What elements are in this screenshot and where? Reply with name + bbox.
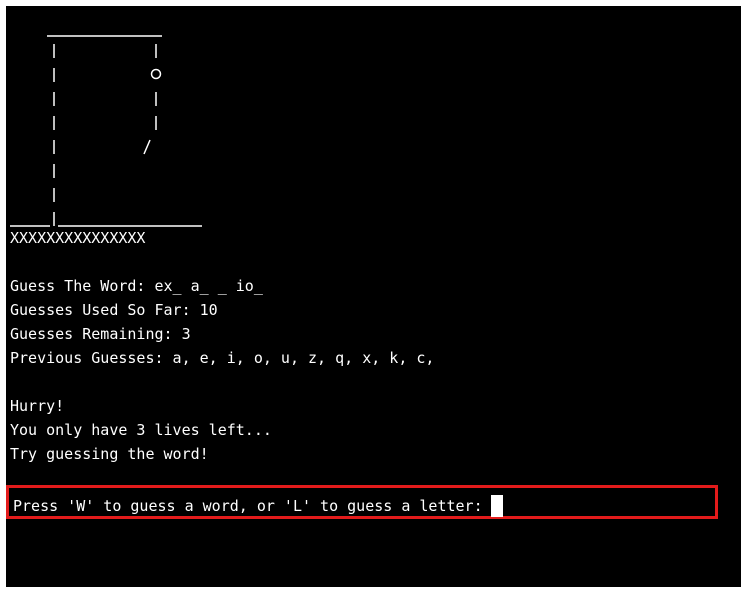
- try-word-message: Try guessing the word!: [10, 445, 209, 463]
- hangman-leg: [143, 139, 151, 155]
- guesses-used-text: Guesses Used So Far: 10: [10, 301, 218, 319]
- prompt-text: Press 'W' to guess a word, or 'L' to gue…: [13, 497, 483, 515]
- lives-left-message: You only have 3 lives left...: [10, 421, 272, 439]
- previous-guesses-text: Previous Guesses: a, e, i, o, u, z, q, x…: [10, 349, 435, 367]
- hangman-head: [150, 68, 162, 80]
- guesses-remaining-text: Guesses Remaining: 3: [10, 325, 191, 343]
- word-progress-text: Guess The Word: ex_ a_ _ io_: [10, 277, 263, 295]
- hurry-message: Hurry!: [10, 397, 65, 415]
- text-cursor[interactable]: [490, 495, 503, 517]
- input-prompt-highlight[interactable]: Press 'W' to guess a word, or 'L' to gue…: [6, 485, 718, 519]
- hangman-gallows: [10, 35, 202, 227]
- terminal-window: XXXXXXXXXXXXXXX Guess The Word: ex_ a_ _…: [6, 6, 741, 587]
- gallows-floor-text: XXXXXXXXXXXXXXX: [10, 229, 146, 247]
- input-prompt[interactable]: Press 'W' to guess a word, or 'L' to gue…: [13, 494, 503, 518]
